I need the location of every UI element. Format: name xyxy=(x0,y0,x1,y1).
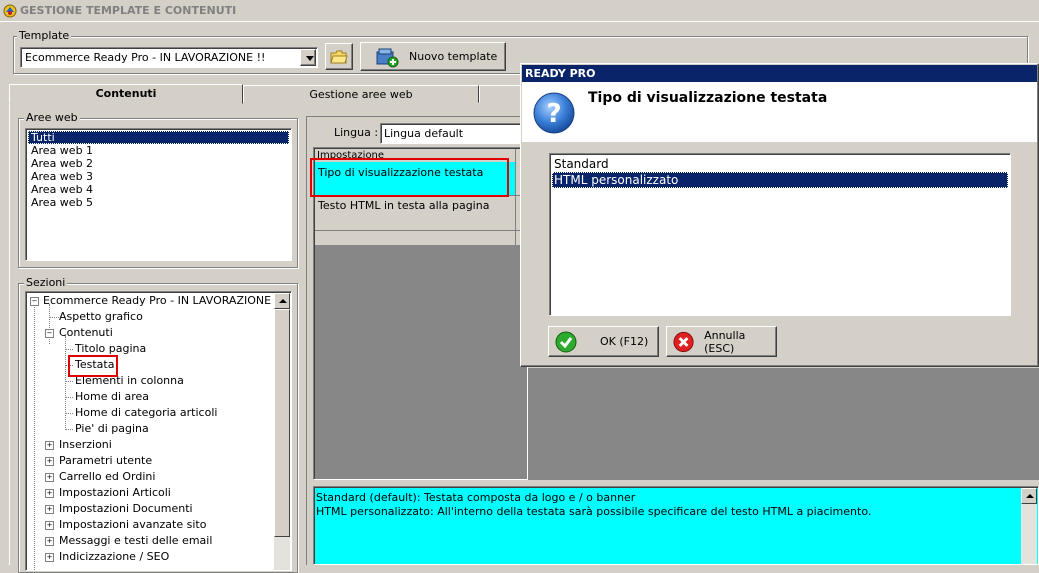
description-line-2: HTML personalizzato: All'interno della t… xyxy=(316,505,872,518)
sezioni-label: Sezioni xyxy=(24,276,68,289)
window-title: GESTIONE TEMPLATE E CONTENUTI xyxy=(20,4,237,17)
check-icon xyxy=(555,331,577,352)
description-box[interactable]: Standard (default): Testata composta da … xyxy=(313,486,1039,565)
template-group-label: Template xyxy=(17,29,72,42)
tab-gestione-aree-web-label: Gestione aree web xyxy=(309,88,413,101)
svg-text:?: ? xyxy=(546,99,561,129)
cancel-label: Annulla (ESC) xyxy=(704,328,746,355)
sezioni-tree[interactable]: − Ecommerce Ready Pro - IN LAVORAZIONE !… xyxy=(25,291,292,571)
aree-web-label: Aree web xyxy=(24,111,80,124)
open-folder-button[interactable] xyxy=(325,43,353,70)
dialog-options-list[interactable]: Standard HTML personalizzato xyxy=(549,153,1011,316)
tab-partial[interactable] xyxy=(479,85,524,103)
collapse-icon[interactable]: − xyxy=(45,329,54,338)
lingua-label: Lingua : xyxy=(334,126,379,139)
list-item[interactable]: Area web 2 xyxy=(28,157,289,170)
testata-highlight xyxy=(68,355,118,377)
expand-icon[interactable]: + xyxy=(45,489,54,498)
grid-empty-area xyxy=(528,368,1039,480)
expand-icon[interactable]: + xyxy=(45,537,54,546)
description-line-1: Standard (default): Testata composta da … xyxy=(316,491,636,504)
list-item[interactable]: Area web 5 xyxy=(28,196,289,209)
row-highlight xyxy=(310,158,509,197)
dialog-title: READY PRO xyxy=(522,65,1037,82)
tree-item[interactable]: Impostazioni Articoli xyxy=(59,485,171,501)
expand-icon[interactable]: + xyxy=(45,521,54,530)
tree-item[interactable]: Contenuti xyxy=(59,325,113,341)
list-item[interactable]: Area web 4 xyxy=(28,183,289,196)
new-template-button[interactable]: Nuovo template xyxy=(360,42,506,71)
ok-button[interactable]: OK (F12) xyxy=(548,326,659,357)
tree-item[interactable]: Parametri utente xyxy=(59,453,152,469)
tab-contenuti[interactable]: Contenuti xyxy=(9,84,243,104)
list-item[interactable]: Area web 3 xyxy=(28,170,289,183)
option-item-selected[interactable]: HTML personalizzato xyxy=(552,172,1008,188)
dialog: READY PRO ? Tipo di visualizzazione test… xyxy=(520,63,1039,367)
tree-item[interactable]: Impostazioni Documenti xyxy=(59,501,193,517)
aree-web-list[interactable]: Tutti Area web 1 Area web 2 Area web 3 A… xyxy=(25,128,292,261)
sezioni-scrollbar[interactable] xyxy=(274,293,290,570)
new-template-icon xyxy=(376,48,399,67)
tree-item[interactable]: Home di categoria articoli xyxy=(75,405,217,421)
tree-item[interactable]: Carrello ed Ordini xyxy=(59,469,155,485)
lingua-select[interactable]: Lingua default xyxy=(380,123,526,144)
scroll-up-button[interactable] xyxy=(1021,488,1037,504)
description-scrollbar[interactable] xyxy=(1021,488,1037,564)
tree-item[interactable]: Messaggi e testi delle email xyxy=(59,533,212,549)
expand-icon[interactable]: + xyxy=(45,457,54,466)
expand-icon[interactable]: + xyxy=(45,473,54,482)
window-title-bar: GESTIONE TEMPLATE E CONTENUTI xyxy=(0,0,1039,22)
tree-root[interactable]: Ecommerce Ready Pro - IN LAVORAZIONE !! xyxy=(43,293,283,309)
tree-item[interactable]: Inserzioni xyxy=(59,437,112,453)
dialog-header: ? Tipo di visualizzazione testata xyxy=(522,82,1037,142)
tab-contenuti-label: Contenuti xyxy=(95,87,157,100)
option-item[interactable]: Standard xyxy=(552,156,1008,172)
tree-item[interactable]: Pie' di pagina xyxy=(75,421,149,437)
new-template-label: Nuovo template xyxy=(409,50,498,63)
expand-icon[interactable]: + xyxy=(45,505,54,514)
tab-gestione-aree-web[interactable]: Gestione aree web xyxy=(243,85,479,103)
dialog-heading: Tipo di visualizzazione testata xyxy=(588,90,828,106)
cancel-icon xyxy=(673,331,694,352)
scroll-up-button[interactable] xyxy=(274,293,290,309)
question-icon: ? xyxy=(533,92,575,134)
expand-icon[interactable]: + xyxy=(45,441,54,450)
folder-icon xyxy=(330,50,348,63)
chevron-down-icon[interactable] xyxy=(300,49,316,66)
app-icon xyxy=(3,4,17,18)
ok-label: OK (F12) xyxy=(600,335,649,348)
grid-row[interactable]: Testo HTML in testa alla pagina xyxy=(315,196,515,230)
template-select-value: Ecommerce Ready Pro - IN LAVORAZIONE !! xyxy=(25,51,266,64)
tree-item[interactable]: Home di area xyxy=(75,389,149,405)
scroll-thumb[interactable] xyxy=(274,309,290,537)
list-item[interactable]: Tutti xyxy=(28,131,289,144)
list-item[interactable]: Area web 1 xyxy=(28,144,289,157)
collapse-icon[interactable]: − xyxy=(30,297,39,306)
lingua-value: Lingua default xyxy=(384,127,464,140)
tree-item[interactable]: Aspetto grafico xyxy=(59,309,143,325)
expand-icon[interactable]: + xyxy=(45,553,54,562)
template-select[interactable]: Ecommerce Ready Pro - IN LAVORAZIONE !! xyxy=(20,47,318,68)
cancel-button[interactable]: Annulla (ESC) xyxy=(666,326,777,357)
tree-item[interactable]: Indicizzazione / SEO xyxy=(59,549,169,565)
tree-item[interactable]: Impostazioni avanzate sito xyxy=(59,517,206,533)
